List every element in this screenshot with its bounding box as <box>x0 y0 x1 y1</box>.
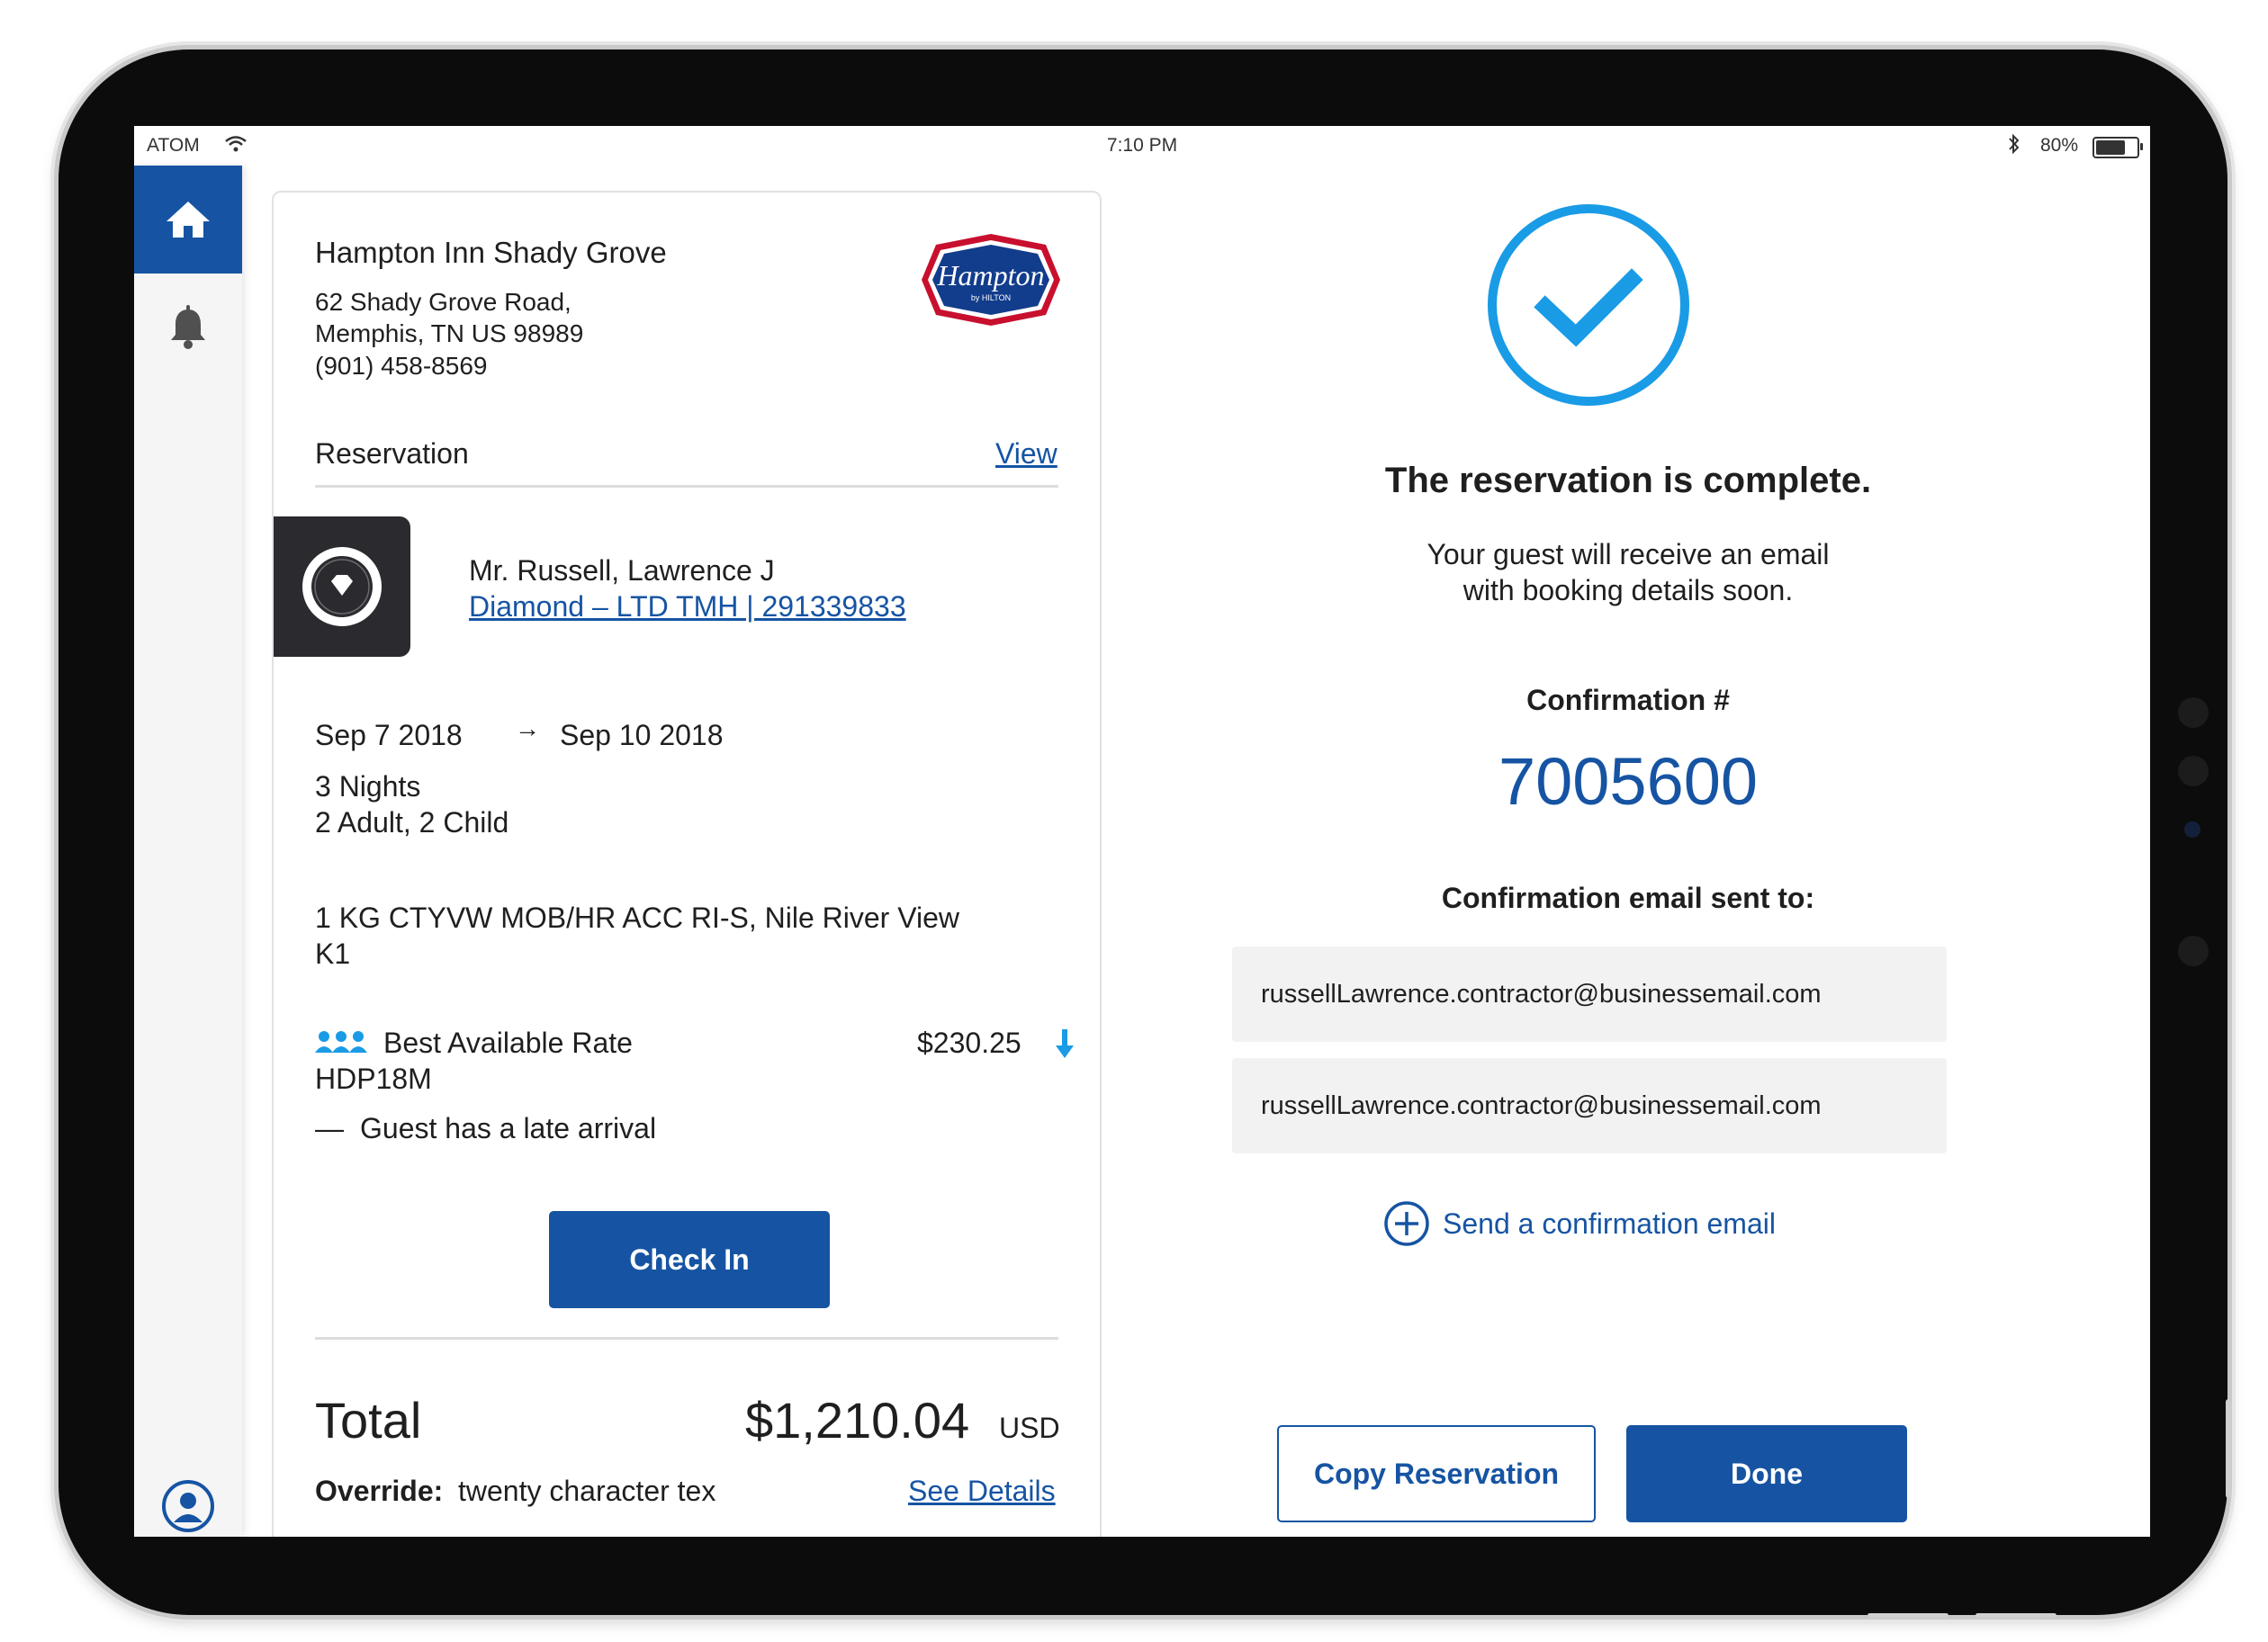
occupancy: 2 Adult, 2 Child <box>315 806 509 839</box>
home-icon <box>166 202 210 238</box>
total-amount: $1,210.04 <box>745 1392 970 1449</box>
power-button-2 <box>1976 1613 2056 1618</box>
arrow-icon: → <box>515 714 540 742</box>
rate-code: HDP18M <box>315 1063 432 1095</box>
divider <box>315 1337 1058 1340</box>
rate-down-arrow-icon[interactable] <box>1055 1027 1075 1064</box>
camera-sensor <box>2178 756 2209 786</box>
user-avatar-icon <box>162 1480 214 1532</box>
sidebar <box>134 166 242 1537</box>
override-label: Override: <box>315 1475 444 1507</box>
room-type-line2: K1 <box>315 938 351 970</box>
status-time: 7:10 PM <box>1106 135 1178 156</box>
nav-notifications[interactable] <box>161 301 215 354</box>
camera-sensor <box>2178 936 2209 966</box>
hampton-logo: Hampton by HILTON <box>918 232 1064 332</box>
guest-note: Guest has a late arrival <box>360 1112 657 1144</box>
hotel-name: Hampton Inn Shady Grove <box>315 236 667 269</box>
rate-price: $230.25 <box>917 1027 1022 1059</box>
volume-button <box>2226 1399 2231 1498</box>
confirmation-subtitle-line1: Your guest will receive an email <box>1426 538 1830 570</box>
group-icon <box>315 1029 367 1059</box>
copy-reservation-button[interactable]: Copy Reservation <box>1277 1425 1596 1522</box>
tablet-frame: ATOM 7:10 PM 80% Hampton Inn Shady Grove… <box>58 49 2231 1618</box>
add-circle-icon <box>1384 1201 1429 1246</box>
divider <box>315 485 1058 488</box>
check-out-date: Sep 10 2018 <box>560 719 724 751</box>
status-bar: ATOM 7:10 PM 80% <box>134 126 2150 166</box>
confirmation-number-label: Confirmation # <box>1526 684 1730 716</box>
reservation-card: Hampton Inn Shady Grove 62 Shady Grove R… <box>272 191 1102 1537</box>
rate-name: Best Available Rate <box>383 1027 633 1059</box>
reservation-label: Reservation <box>315 437 469 470</box>
send-confirmation-email-link[interactable]: Send a confirmation email <box>1383 1200 1776 1247</box>
guest-name: Mr. Russell, Lawrence J <box>469 554 775 587</box>
logo-text: Hampton <box>936 259 1044 292</box>
nights: 3 Nights <box>315 770 421 803</box>
confirmation-email-field[interactable]: russellLawrence.contractor@businessemail… <box>1232 947 1947 1042</box>
check-in-button[interactable]: Check In <box>549 1211 830 1308</box>
send-link-label: Send a confirmation email <box>1443 1207 1776 1240</box>
camera-sensor <box>2184 821 2200 838</box>
emails-sent-label: Confirmation email sent to: <box>1441 882 1815 914</box>
hotel-phone: (901) 458-8569 <box>315 352 488 380</box>
confirmation-number: 7005600 <box>1498 744 1759 819</box>
hotel-address-line2: Memphis, TN US 98989 <box>315 319 584 347</box>
battery-icon <box>2092 137 2143 158</box>
total-label: Total <box>315 1392 422 1449</box>
total-currency: USD <box>999 1412 1060 1444</box>
confirmation-title: The reservation is complete. <box>1384 461 1872 500</box>
hotel-address-line1: 62 Shady Grove Road, <box>315 288 572 316</box>
see-details-link[interactable]: See Details <box>908 1475 1056 1508</box>
nav-home[interactable] <box>134 166 242 274</box>
confirmation-subtitle-line2: with booking details soon. <box>1462 574 1794 606</box>
view-reservation-link[interactable]: View <box>995 437 1058 471</box>
bluetooth-icon <box>2007 133 2021 160</box>
app-screen: ATOM 7:10 PM 80% Hampton Inn Shady Grove… <box>134 126 2150 1537</box>
guest-tier-link[interactable]: Diamond – LTD TMH | 291339833 <box>469 590 906 624</box>
camera-sensor <box>2178 697 2209 728</box>
battery-percent: 80% <box>2039 135 2078 156</box>
override-value: twenty character tex <box>458 1475 716 1507</box>
logo-sub: by HILTON <box>971 293 1011 302</box>
note-dash: — <box>315 1112 344 1144</box>
checkmark-circle-icon <box>1484 201 1693 414</box>
check-in-date: Sep 7 2018 <box>315 719 463 751</box>
room-type-line1: 1 KG CTYVW MOB/HR ACC RI-S, Nile River V… <box>315 902 959 934</box>
confirmation-email-field[interactable]: russellLawrence.contractor@businessemail… <box>1232 1058 1947 1153</box>
power-button <box>1868 1613 1948 1618</box>
bell-icon <box>171 305 205 349</box>
guest-tier-badge <box>274 516 410 657</box>
diamond-icon <box>302 547 382 626</box>
done-button[interactable]: Done <box>1626 1425 1907 1522</box>
nav-profile[interactable] <box>161 1479 215 1533</box>
